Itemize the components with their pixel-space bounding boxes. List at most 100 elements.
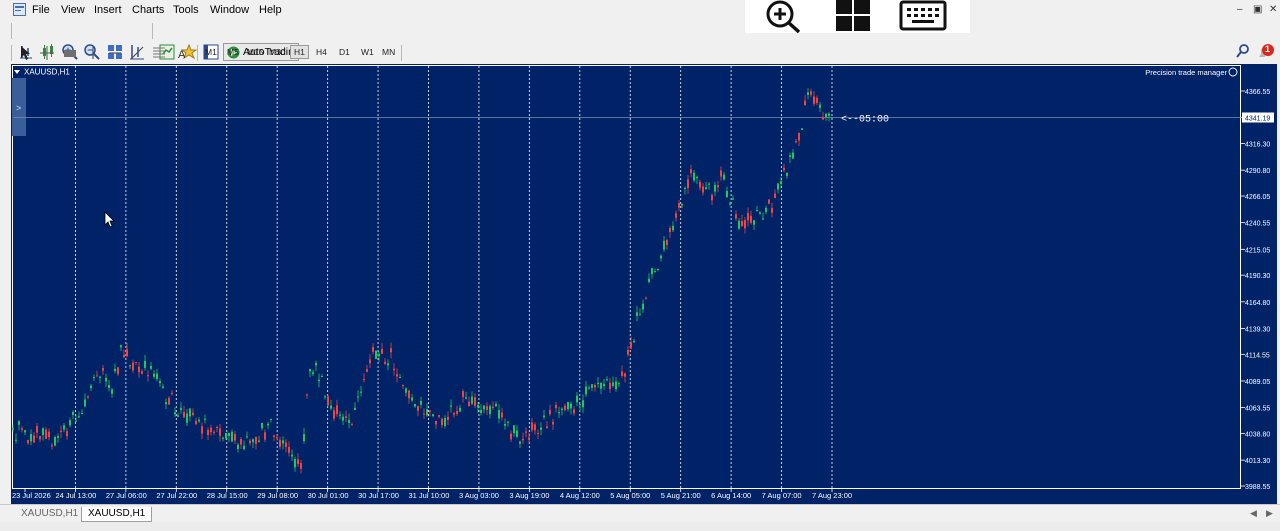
side-handle-arrow-icon: >	[16, 103, 21, 113]
candle-body	[717, 185, 719, 188]
timeframe-h4[interactable]: H4	[316, 47, 327, 57]
toolbar-separator	[152, 23, 153, 39]
cursor-arrow-icon[interactable]	[18, 45, 32, 61]
toolbar-separator	[197, 45, 198, 61]
candle-body	[756, 210, 758, 212]
candle-body	[351, 424, 353, 426]
restore-button[interactable]: ▣	[1253, 4, 1262, 15]
vertical-line-icon[interactable]	[85, 45, 101, 61]
candle-body	[675, 213, 677, 218]
time-tick-label: 23 Jul 2026	[12, 491, 51, 500]
menu-help[interactable]: Help	[259, 4, 282, 16]
candle-body	[378, 353, 380, 356]
candle-body	[15, 439, 17, 441]
price-tick-label: 4366.55	[1245, 89, 1270, 96]
candle-body	[207, 430, 209, 435]
candle-body	[45, 429, 47, 439]
candle-body	[786, 172, 788, 176]
text-label-icon[interactable]: A	[174, 45, 190, 61]
menu-window[interactable]: Window	[210, 4, 249, 16]
price-chart[interactable]: > XAUUSD,H1 Precision trade manager <--0…	[11, 64, 1277, 504]
candle-body	[33, 435, 35, 443]
candle-body	[156, 373, 158, 380]
candle-body	[360, 391, 362, 393]
candle-body	[702, 186, 704, 193]
candle-body	[318, 379, 320, 382]
minimize-button[interactable]: –	[1237, 4, 1243, 15]
timeframe-m30[interactable]: M30	[269, 47, 286, 57]
timeframe-d1[interactable]: D1	[339, 47, 350, 57]
indicator-label: Precision trade manager	[1145, 68, 1227, 77]
candle-body	[375, 350, 377, 359]
candle-body	[147, 375, 149, 377]
candle-body	[213, 431, 215, 433]
candle-body	[510, 433, 512, 440]
candle-body	[90, 385, 92, 389]
crosshair-icon[interactable]	[39, 45, 55, 61]
menu-view[interactable]: View	[61, 4, 85, 16]
candle-body	[441, 418, 443, 426]
candle-body	[681, 203, 683, 206]
chart-tab[interactable]: XAUUSD,H1	[15, 507, 84, 522]
candle-body	[759, 212, 761, 214]
candle-body	[519, 441, 521, 444]
candle-body	[591, 384, 593, 388]
candle-body	[303, 434, 305, 442]
candle-body	[291, 454, 293, 457]
timeframe-mn[interactable]: MN	[382, 47, 395, 57]
timeframe-m5[interactable]: M5	[227, 47, 239, 57]
data-window-icon[interactable]	[62, 45, 78, 61]
menu-file[interactable]: File	[32, 4, 50, 16]
tab-scroll-left-icon[interactable]: ◀	[1250, 508, 1257, 519]
candle-body	[165, 402, 167, 405]
candle-body	[768, 199, 770, 204]
candle-body	[84, 399, 86, 407]
candle-body	[177, 415, 179, 417]
tab-scroll-right-icon[interactable]: ▶	[1266, 508, 1273, 519]
candle-body	[294, 458, 296, 468]
candle-body	[132, 362, 134, 371]
candle-body	[477, 405, 479, 408]
candle-body	[654, 271, 656, 273]
candle-body	[381, 348, 383, 354]
menu-tools[interactable]: Tools	[173, 4, 199, 16]
horizontal-line-icon[interactable]	[107, 45, 123, 61]
terminal-app-icon[interactable]	[13, 3, 26, 16]
fibonacci-icon[interactable]	[151, 45, 167, 61]
candle-body	[309, 368, 311, 372]
candle-body	[606, 379, 608, 381]
timeframe-m15[interactable]: M15	[247, 47, 264, 57]
close-button[interactable]: ✕	[1269, 4, 1277, 15]
candle-body	[750, 215, 752, 223]
timeframe-h1[interactable]: H1	[290, 45, 309, 59]
candle-body	[246, 436, 248, 438]
candle-body	[417, 405, 419, 411]
candle-body	[522, 438, 524, 441]
candle-body	[693, 172, 695, 181]
candle-body	[354, 407, 356, 410]
candle-body	[564, 405, 566, 410]
candle-body	[432, 414, 434, 416]
candle-body	[105, 377, 107, 382]
menu-insert[interactable]: Insert	[94, 4, 122, 16]
candle-body	[297, 459, 299, 465]
candle-body	[456, 411, 458, 414]
candle-body	[39, 436, 41, 440]
candle-body	[285, 442, 287, 447]
candle-body	[162, 386, 164, 388]
candle-body	[141, 371, 143, 374]
timeframe-w1[interactable]: W1	[361, 47, 374, 57]
candle-body	[234, 434, 236, 441]
candle-body	[684, 187, 686, 189]
time-tick-label: 27 Jul 22:00	[156, 491, 197, 500]
price-tick-label: 4164.80	[1245, 300, 1270, 307]
chart-tab-active[interactable]: XAUUSD,H1	[81, 507, 153, 522]
candle-body	[279, 439, 281, 447]
menu-charts[interactable]: Charts	[132, 4, 164, 16]
candle-body	[120, 345, 122, 348]
trendline-icon[interactable]	[129, 45, 145, 61]
candle-body	[699, 181, 701, 188]
price-tick-label: 4290.80	[1245, 168, 1270, 175]
timeframe-m1[interactable]: M1	[205, 47, 217, 57]
candle-body	[669, 228, 671, 232]
